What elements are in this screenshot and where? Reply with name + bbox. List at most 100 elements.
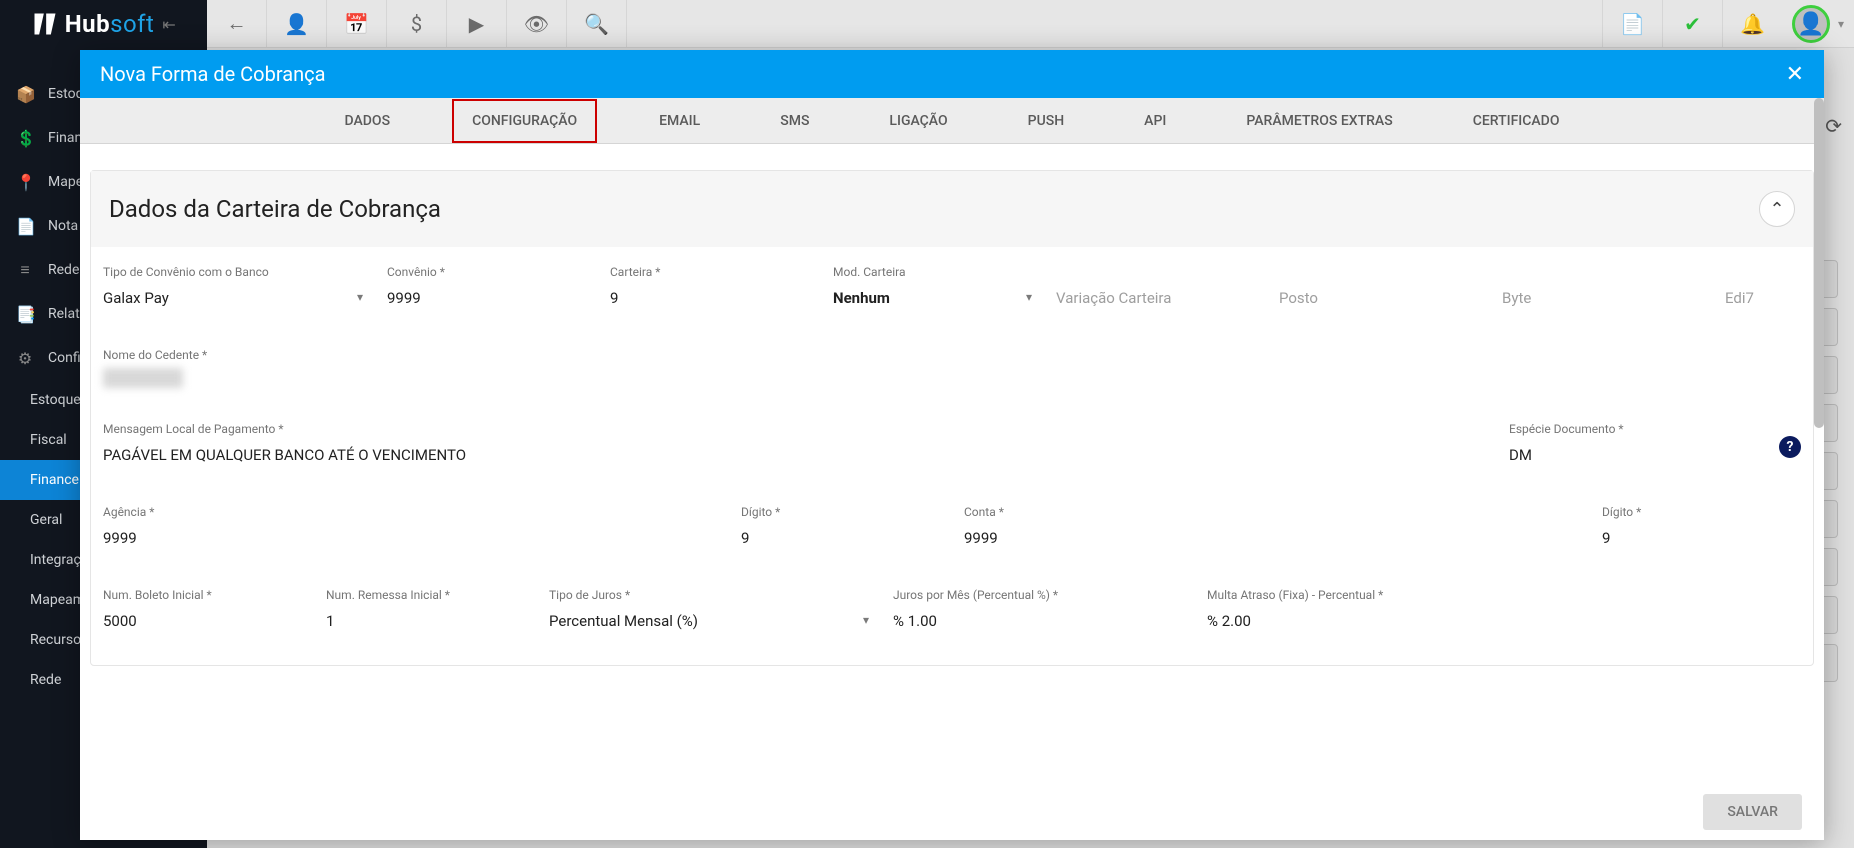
sidebar-sub-label: Rede [30,672,61,688]
sidebar-collapse-icon[interactable]: ⇤ [162,15,176,34]
modal-footer: SALVAR [80,784,1824,840]
tipo-juros-select[interactable] [549,608,869,637]
label-convenio: Convênio * [387,265,586,279]
brand-hub: Hub [65,10,110,38]
pdf-icon: 📄 [1620,12,1645,36]
card-head: Dados da Carteira de Cobrança ⌃ [91,171,1813,247]
pdf-button[interactable]: 📄 [1602,0,1662,47]
gear-icon: ⚙ [16,349,34,368]
label-conta: Conta * [964,505,1578,519]
person-button[interactable]: 👤 [267,0,327,47]
sidebar-sub-label: Financei [30,472,82,488]
label-num-remessa: Num. Remessa Inicial * [326,588,525,602]
refresh-icon[interactable]: ⟳ [1825,114,1842,138]
label-digito2: Dígito * [1602,505,1801,519]
money-icon: $ [411,12,422,36]
notifications-button[interactable]: 🔔 [1722,0,1782,47]
chevron-up-icon: ⌃ [1769,199,1784,220]
conta-input[interactable] [964,525,1578,554]
close-icon[interactable]: ✕ [1786,62,1804,87]
collapse-card-button[interactable]: ⌃ [1759,191,1795,227]
tab-sms[interactable]: SMS [762,101,827,141]
msg-local-input[interactable] [103,442,1485,471]
posto-input[interactable] [1279,285,1478,314]
save-button[interactable]: SALVAR [1703,794,1802,830]
variacao-carteira-input[interactable] [1056,285,1255,314]
scrollbar[interactable] [1814,98,1824,428]
label-especie: Espécie Documento * [1509,422,1749,436]
eye-button[interactable]: 👁 [507,0,567,47]
juros-mes-input[interactable] [893,608,1183,637]
tab-configuracao[interactable]: CONFIGURAÇÃO [452,99,597,143]
num-boleto-input[interactable] [103,608,302,637]
network-icon: ≡ [16,260,34,280]
back-button[interactable]: ← [207,0,267,47]
video-button[interactable]: ▶ [447,0,507,47]
agencia-input[interactable] [103,525,717,554]
label-agencia: Agência * [103,505,717,519]
help-icon[interactable]: ? [1779,436,1801,458]
label-digito1: Dígito * [741,505,940,519]
calendar-icon: 📅 [344,12,369,36]
calendar-button[interactable]: 📅 [327,0,387,47]
top-header: Hubsoft ⇤ ← 👤 📅 $ ▶ 👁 🔍 📄 ✔ 🔔 👤 ▾ [0,0,1854,48]
eye-icon: 👁 [524,12,549,36]
label-tipo-convenio: Tipo de Convênio com o Banco [103,265,363,279]
pin-icon: 📍 [16,173,34,192]
label-multa: Multa Atraso (Fixa) - Percentual * [1207,588,1497,602]
nome-cedente-value [103,368,183,388]
label-juros-mes: Juros por Mês (Percentual %) * [893,588,1183,602]
tab-email[interactable]: EMAIL [641,101,718,141]
convenio-input[interactable] [387,285,586,314]
card-body: Tipo de Convênio com o Banco ▾ Convênio … [91,247,1813,665]
brand-logo: Hubsoft ⇤ [0,0,207,48]
modal-body[interactable]: Dados da Carteira de Cobrança ⌃ Tipo de … [80,144,1824,784]
check-button[interactable]: ✔ [1662,0,1722,47]
header-left-icons: ← 👤 📅 $ ▶ 👁 🔍 [207,0,627,47]
chevron-down-icon[interactable]: ▾ [1838,0,1854,47]
num-remessa-input[interactable] [326,608,525,637]
header-right-icons: 📄 ✔ 🔔 👤 ▾ [1602,0,1854,47]
search-icon: 🔍 [584,12,609,36]
label-nome-cedente: Nome do Cedente * [103,348,1801,362]
sidebar-sub-label: Estoque [30,392,81,408]
digito2-input[interactable] [1602,525,1801,554]
tab-api[interactable]: API [1126,101,1184,141]
doc-icon: 📄 [16,217,34,236]
video-icon: ▶ [469,12,484,36]
bell-icon: 🔔 [1740,12,1765,36]
mod-carteira-select[interactable] [833,285,1032,314]
sidebar-sub-label: Geral [30,512,62,528]
profile-avatar[interactable]: 👤 [1792,5,1830,43]
person-icon: 👤 [284,12,309,36]
carteira-input[interactable] [610,285,809,314]
check-icon: ✔ [1684,12,1701,36]
money-button[interactable]: $ [387,0,447,47]
byte-input[interactable] [1502,285,1701,314]
modal-title: Nova Forma de Cobrança [100,62,325,86]
tab-push[interactable]: PUSH [1010,101,1083,141]
tipo-convenio-select[interactable] [103,285,363,314]
section-title: Dados da Carteira de Cobrança [109,195,441,223]
sidebar-sub-label: Mapeam [30,592,85,608]
brand-soft: soft [110,10,154,38]
tab-ligacao[interactable]: LIGAÇÃO [871,101,965,141]
modal-header: Nova Forma de Cobrança ✕ [80,50,1824,98]
sidebar-sub-label: Fiscal [30,432,67,448]
modal-tabs: DADOS CONFIGURAÇÃO EMAIL SMS LIGAÇÃO PUS… [80,98,1824,144]
edi7-input[interactable] [1725,285,1824,314]
modal-forma-cobranca: Nova Forma de Cobrança ✕ DADOS CONFIGURA… [80,50,1824,840]
especie-input[interactable] [1509,442,1749,471]
tab-certificado[interactable]: CERTIFICADO [1455,101,1578,141]
label-carteira: Carteira * [610,265,809,279]
digito1-input[interactable] [741,525,940,554]
brand-mark-icon [31,10,59,38]
box-icon: 📦 [16,85,34,104]
label-num-boleto: Num. Boleto Inicial * [103,588,302,602]
report-icon: 📑 [16,305,34,324]
tab-dados[interactable]: DADOS [327,101,409,141]
tab-parametros-extras[interactable]: PARÂMETROS EXTRAS [1228,101,1410,141]
money-icon: 💲 [16,129,34,148]
multa-input[interactable] [1207,608,1497,637]
search-button[interactable]: 🔍 [567,0,627,47]
